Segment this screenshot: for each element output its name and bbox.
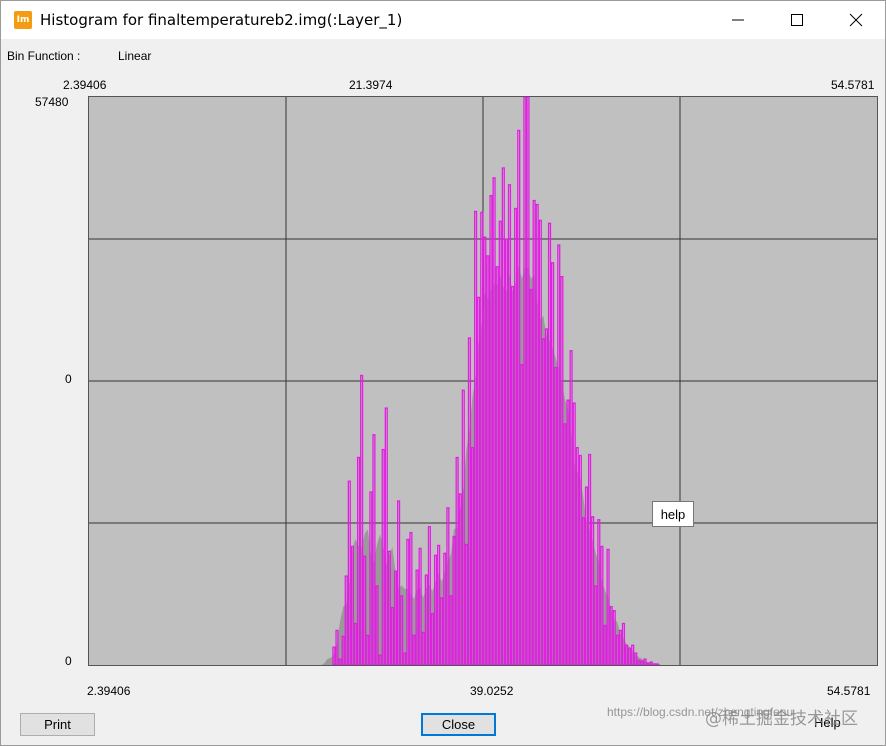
- close-button[interactable]: Close: [421, 713, 496, 736]
- app-icon: Im: [14, 11, 32, 29]
- close-icon: [849, 13, 863, 27]
- window-title: Histogram for finaltemperatureb2.img(:La…: [40, 11, 403, 29]
- title-bar[interactable]: Im Histogram for finaltemperatureb2.img(…: [1, 1, 885, 39]
- y-axis-mid-label: 0: [65, 372, 72, 386]
- histogram-bar: [652, 663, 656, 665]
- histogram-window: Im Histogram for finaltemperatureb2.img(…: [0, 0, 886, 746]
- close-window-button[interactable]: [833, 1, 879, 39]
- y-axis-min-label: 0: [65, 654, 72, 668]
- bin-function-value: Linear: [118, 49, 152, 63]
- top-axis-right-label: 54.5781: [831, 78, 875, 92]
- histogram-bar: [655, 663, 659, 665]
- histogram-plot[interactable]: [88, 96, 878, 666]
- bottom-axis-left-label: 2.39406: [87, 684, 131, 698]
- top-axis-mid-label: 21.3974: [349, 78, 393, 92]
- bottom-axis-mid-label: 39.0252: [470, 684, 514, 698]
- minimize-button[interactable]: [715, 1, 761, 39]
- minimize-icon: [732, 19, 744, 21]
- bin-function-label: Bin Function :: [7, 49, 81, 63]
- maximize-button[interactable]: [774, 1, 820, 39]
- histogram-svg: [89, 97, 877, 665]
- y-axis-max-label: 57480: [35, 95, 69, 109]
- top-axis-left-label: 2.39406: [63, 78, 107, 92]
- watermark-text: @稀土掘金技术社区: [705, 709, 858, 729]
- maximize-icon: [791, 14, 803, 26]
- help-tooltip: help: [652, 501, 694, 527]
- bottom-axis-right-label: 54.5781: [827, 684, 871, 698]
- print-button[interactable]: Print: [20, 713, 95, 736]
